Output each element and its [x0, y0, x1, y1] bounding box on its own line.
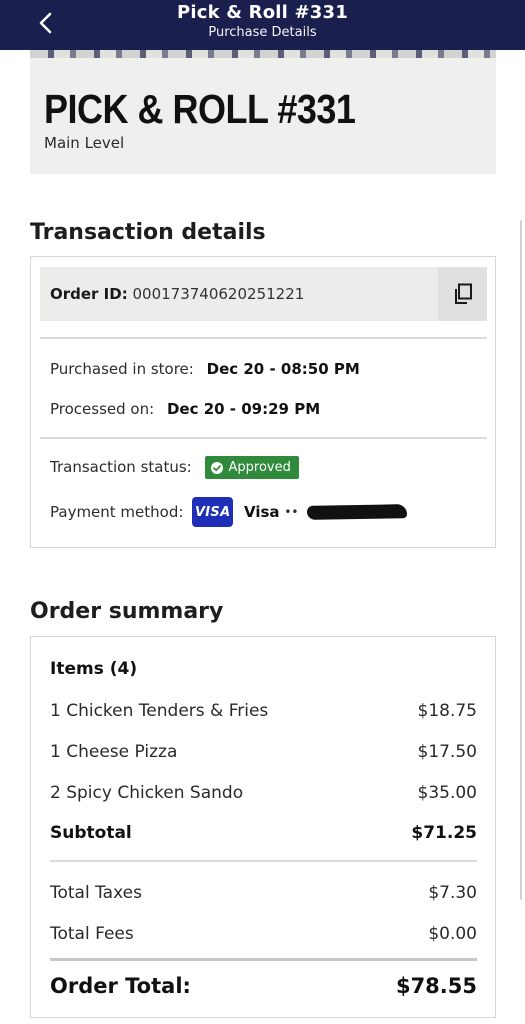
- order-summary-heading: Order summary: [30, 599, 224, 624]
- items-count: Items (4): [50, 659, 138, 679]
- processed-value: Dec 20 - 09:29 PM: [166, 400, 321, 418]
- item-price: $18.75: [417, 701, 477, 721]
- processed-on: Processed on: Dec 20 - 09:29 PM: [50, 400, 320, 418]
- location-hero: PICK & ROLL #331 Main Level: [30, 50, 496, 174]
- subtotal-row: Subtotal $71.25: [50, 823, 477, 843]
- subtotal-label: Subtotal: [50, 823, 132, 843]
- scrollbar[interactable]: [520, 220, 522, 900]
- check-circle-icon: [210, 461, 223, 474]
- divider: [40, 437, 487, 439]
- list-item: 1 Chicken Tenders & Fries $18.75: [50, 701, 477, 721]
- item-price: $17.50: [417, 742, 477, 762]
- order-id-row: Order ID: 000173740620251221: [40, 267, 487, 321]
- purchased-value: Dec 20 - 08:50 PM: [206, 360, 360, 378]
- order-total-value: $78.55: [395, 974, 477, 998]
- redacted-card-number: [307, 504, 408, 520]
- divider: [40, 337, 487, 339]
- item-name: 2 Spicy Chicken Sando: [50, 783, 244, 803]
- order-total-row: Order Total: $78.55: [50, 974, 477, 998]
- status-label: Transaction status:: [50, 458, 192, 476]
- order-id: Order ID: 000173740620251221: [50, 285, 304, 303]
- fees-row: Total Fees $0.00: [50, 924, 477, 944]
- taxes-label: Total Taxes: [50, 883, 142, 903]
- taxes-value: $7.30: [428, 883, 477, 903]
- copy-icon: [454, 283, 472, 304]
- item-name: 1 Cheese Pizza: [50, 742, 178, 762]
- payment-name: Visa: [243, 503, 280, 521]
- page-subtitle: Purchase Details: [208, 25, 317, 40]
- location-title: PICK & ROLL #331: [44, 86, 356, 132]
- purchased-in-store: Purchased in store: Dec 20 - 08:50 PM: [50, 360, 360, 378]
- order-summary-card: Items (4) 1 Chicken Tenders & Fries $18.…: [30, 636, 496, 1018]
- order-id-value: 000173740620251221: [132, 285, 305, 303]
- items-heading: Items (4): [50, 659, 477, 679]
- transaction-details-heading: Transaction details: [30, 220, 266, 245]
- page-title: Pick & Roll #331: [177, 2, 348, 23]
- status-value: Approved: [228, 460, 291, 475]
- fees-label: Total Fees: [50, 924, 134, 944]
- divider: [50, 958, 477, 961]
- payment-label: Payment method:: [50, 503, 184, 521]
- processed-label: Processed on:: [50, 400, 155, 418]
- copy-order-id-button[interactable]: [438, 267, 487, 321]
- hero-banner-art: [30, 50, 496, 58]
- transaction-status: Transaction status: Approved: [50, 456, 299, 479]
- purchased-label: Purchased in store:: [50, 360, 194, 378]
- visa-card-icon: VISA: [192, 497, 234, 527]
- status-badge: Approved: [204, 456, 299, 479]
- item-name: 1 Chicken Tenders & Fries: [50, 701, 269, 721]
- list-item: 1 Cheese Pizza $17.50: [50, 742, 477, 762]
- taxes-row: Total Taxes $7.30: [50, 883, 477, 903]
- location-level: Main Level: [44, 134, 125, 152]
- item-price: $35.00: [417, 783, 477, 803]
- payment-method: Payment method: VISA Visa ••: [50, 497, 408, 527]
- divider: [50, 860, 477, 862]
- transaction-details-card: Order ID: 000173740620251221 Purchased i…: [30, 256, 496, 548]
- top-app-bar: Pick & Roll #331 Purchase Details: [0, 0, 525, 50]
- list-item: 2 Spicy Chicken Sando $35.00: [50, 783, 477, 803]
- masked-card-dots: ••: [284, 505, 299, 519]
- fees-value: $0.00: [428, 924, 477, 944]
- order-total-label: Order Total:: [50, 974, 191, 998]
- subtotal-value: $71.25: [411, 823, 477, 843]
- order-id-label: Order ID:: [50, 285, 128, 303]
